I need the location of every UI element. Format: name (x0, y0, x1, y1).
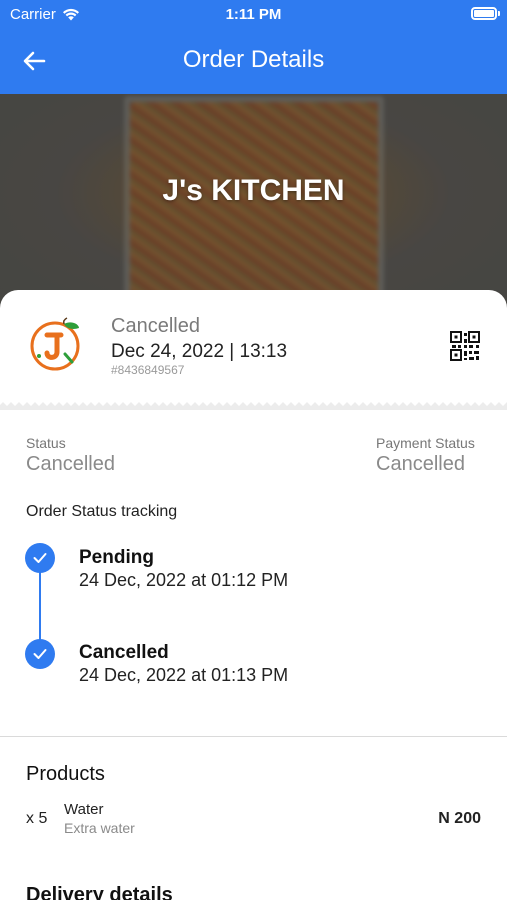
order-card: Cancelled Dec 24, 2022 | 13:13 #84368495… (0, 290, 507, 900)
product-quantity: x 5 (26, 810, 48, 827)
section-divider (0, 736, 507, 737)
order-header: Cancelled Dec 24, 2022 | 13:13 #84368495… (0, 290, 507, 402)
product-name: Water (64, 801, 104, 818)
check-icon (33, 649, 47, 659)
payment-status-value: Cancelled (376, 453, 465, 475)
ticket-edge (0, 398, 507, 410)
tracking-title: Order Status tracking (26, 503, 178, 520)
timeline-step-label: Cancelled (79, 642, 169, 663)
qr-code-icon[interactable] (450, 331, 480, 361)
product-price: N 200 (438, 810, 481, 827)
restaurant-banner: J's KITCHEN (0, 94, 507, 314)
timeline-step-time: 24 Dec, 2022 at 01:12 PM (79, 570, 289, 590)
check-icon (33, 553, 47, 563)
status-bar: Carrier 1:11 PM (0, 0, 507, 28)
battery-icon (471, 7, 500, 20)
products-title: Products (26, 763, 105, 785)
page-title: Order Details (182, 46, 325, 73)
timeline-dot-pending (25, 543, 55, 573)
product-extra: Extra water (64, 820, 135, 836)
restaurant-logo (30, 317, 80, 371)
delivery-details-title: Delivery details (26, 884, 173, 900)
timeline-step-label: Pending (79, 547, 154, 568)
order-datetime: Dec 24, 2022 | 13:13 (111, 341, 288, 362)
status-value: Cancelled (26, 453, 115, 475)
status-label: Status (26, 435, 66, 451)
status-time: 1:11 PM (225, 6, 282, 23)
order-id: #8436849567 (111, 363, 185, 377)
nav-bar: Order Details (0, 28, 507, 94)
timeline-dot-cancelled (25, 639, 55, 669)
payment-status-label: Payment Status (376, 435, 475, 451)
order-status-block: Status Cancelled (26, 435, 115, 476)
order-state: Cancelled (111, 315, 200, 337)
restaurant-name: J's KITCHEN (162, 174, 345, 207)
timeline-step-time: 24 Dec, 2022 at 01:13 PM (79, 665, 289, 685)
payment-status-block: Payment Status Cancelled (376, 435, 475, 476)
